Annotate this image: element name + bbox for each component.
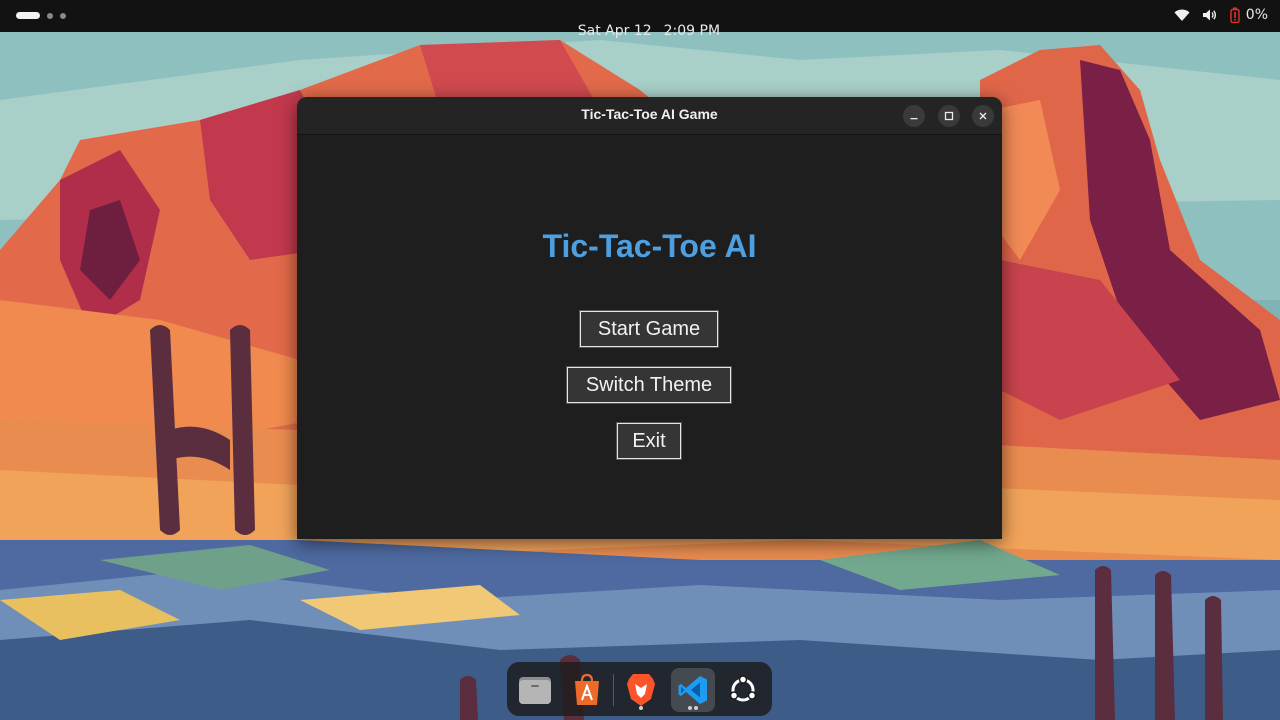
dock-files[interactable]: [513, 668, 557, 712]
battery-percent: 0%: [1245, 7, 1268, 23]
minimize-icon: [910, 118, 918, 120]
dock-vscode[interactable]: [671, 668, 715, 712]
dock-brave-browser[interactable]: [619, 668, 663, 712]
clock-time: 2:09 PM: [663, 23, 721, 39]
wifi-icon: [1174, 8, 1190, 22]
system-tray[interactable]: 0%: [1174, 7, 1268, 23]
battery-empty-icon: [1230, 7, 1240, 23]
running-indicator: [639, 706, 643, 710]
running-indicator: [688, 706, 692, 710]
minimize-button[interactable]: [903, 105, 925, 127]
brave-browser-icon: [627, 674, 655, 706]
window-titlebar[interactable]: Tic-Tac-Toe AI Game: [297, 97, 1002, 135]
app-window: Tic-Tac-Toe AI Game Tic-Tac-Toe AI Start…: [297, 97, 1002, 539]
app-center-icon: [575, 673, 599, 705]
maximize-icon: [944, 111, 954, 121]
exit-button[interactable]: Exit: [616, 422, 682, 460]
close-button[interactable]: [972, 105, 994, 127]
volume-icon: [1202, 8, 1218, 22]
vscode-icon: [678, 676, 707, 704]
game-heading: Tic-Tac-Toe AI: [542, 228, 757, 264]
window-title: Tic-Tac-Toe AI Game: [581, 106, 718, 122]
start-game-button[interactable]: Start Game: [579, 310, 719, 348]
close-icon: [979, 112, 987, 120]
game-menu: Tic-Tac-Toe AI Start Game Switch Theme E…: [297, 135, 1002, 539]
show-apps-icon: [729, 675, 757, 702]
running-indicator: [694, 706, 698, 710]
switch-theme-button[interactable]: Switch Theme: [566, 366, 732, 404]
dock-show-apps[interactable]: [721, 668, 765, 712]
clock-date: Sat Apr 12: [577, 23, 652, 39]
dock-separator: [613, 674, 614, 706]
dock-app-center[interactable]: [565, 668, 609, 712]
maximize-button[interactable]: [938, 105, 960, 127]
clock[interactable]: Sat Apr 12 2:09 PM: [0, 7, 1280, 55]
top-bar: Sat Apr 12 2:09 PM 0%: [0, 0, 1280, 39]
files-icon: [519, 677, 551, 704]
dock: [507, 662, 772, 716]
